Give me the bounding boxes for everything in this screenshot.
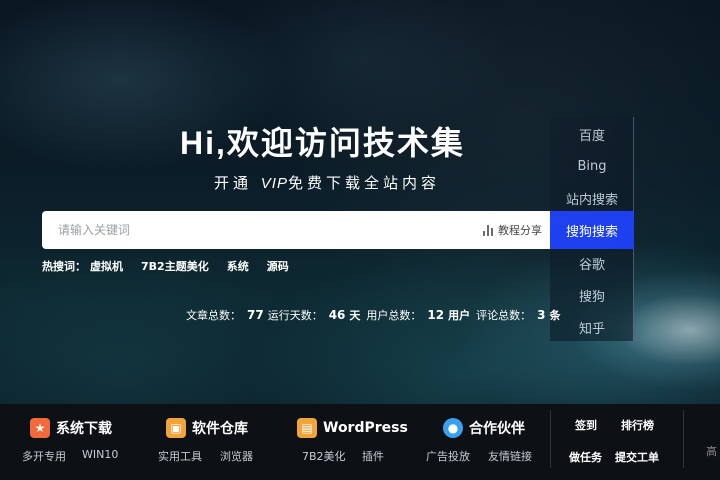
sub-link[interactable]: 广告投放 [426, 448, 470, 464]
bar-chart-icon [483, 224, 493, 236]
edge-text: 高 [706, 445, 717, 458]
search-engine-list: 百度 Bing 站内搜索 搜狗搜索 谷歌 搜狗 知乎 [550, 117, 634, 341]
category-label: WordPress [323, 420, 408, 436]
category-partners[interactable]: ● 合作伙伴 [443, 418, 525, 438]
sub-link[interactable]: 多开专用 [22, 448, 66, 464]
search-input[interactable] [42, 211, 462, 249]
hot-keyword[interactable]: 虚拟机 [90, 258, 123, 274]
category-label: 系统下载 [56, 421, 112, 437]
site-stats: 文章总数： 77 运行天数： 46 天 用户总数： 12 用户 评论总数： 3 … [186, 307, 566, 323]
days-label: 运行天数： [267, 309, 323, 322]
engine-site-search[interactable]: 站内搜索 [550, 182, 634, 214]
ranking-link[interactable]: 排行榜 [621, 417, 654, 433]
engine-baidu[interactable]: 百度 [550, 118, 634, 150]
submit-ticket-link[interactable]: 提交工单 [615, 449, 659, 465]
subline-pre: 开通 [214, 174, 253, 192]
category-label: 软件仓库 [192, 421, 248, 437]
tutorial-share-link[interactable]: 教程分享 [483, 222, 542, 238]
users-label: 用户总数： [366, 309, 422, 322]
tasks-link[interactable]: 做任务 [569, 449, 602, 465]
category-system-download[interactable]: ★ 系统下载 [30, 418, 112, 438]
articles-label: 文章总数： [186, 309, 241, 322]
sub-link[interactable]: WIN10 [82, 448, 118, 461]
location-pin-icon: ● [443, 418, 463, 438]
briefcase-icon: ▣ [166, 418, 186, 438]
users-value: 12 [427, 308, 445, 322]
engine-bing[interactable]: Bing [550, 150, 634, 182]
hero-headline: Hi,欢迎访问技术集 [180, 125, 465, 161]
sub-link[interactable]: 插件 [362, 448, 384, 464]
hot-keywords-label: 热搜词： [42, 260, 86, 273]
footer-divider [683, 410, 684, 468]
hot-keyword[interactable]: 系统 [227, 258, 249, 274]
footer-divider [550, 410, 551, 468]
category-software-repo[interactable]: ▣ 软件仓库 [166, 418, 248, 438]
hot-keyword[interactable]: 7B2主题美化 [141, 258, 209, 274]
engine-sogou-search[interactable]: 搜狗搜索 [550, 211, 634, 249]
star-badge-icon: ★ [30, 418, 50, 438]
checkin-link[interactable]: 签到 [575, 417, 597, 433]
subline-post: 免费下载全站内容 [287, 174, 440, 192]
comments-unit: 条 [549, 309, 561, 322]
sub-link[interactable]: 友情链接 [488, 448, 532, 464]
tutorial-share-label: 教程分享 [498, 224, 542, 237]
hot-keyword[interactable]: 源码 [267, 258, 289, 274]
category-footer: ★ 系统下载 ▣ 软件仓库 ▤ WordPress ● 合作伙伴 [0, 404, 720, 480]
hero-subline: 开通 VIP免费下载全站内容 [214, 172, 454, 193]
users-unit: 用户 [448, 309, 471, 322]
sub-link[interactable]: 7B2美化 [302, 448, 346, 464]
sub-link[interactable]: 浏览器 [220, 448, 253, 464]
document-icon: ▤ [297, 418, 317, 438]
engine-sogou[interactable]: 搜狗 [550, 279, 634, 311]
hot-keywords: 热搜词： 虚拟机 7B2主题美化 系统 源码 [42, 258, 307, 274]
hero-banner: Hi,欢迎访问技术集 开通 VIP免费下载全站内容 教程分享 百度 Bing 站… [0, 0, 720, 404]
days-unit: 天 [349, 309, 361, 322]
comments-value: 3 [537, 308, 546, 322]
search-box: 教程分享 [42, 211, 550, 249]
category-wordpress[interactable]: ▤ WordPress [297, 418, 408, 438]
days-value: 46 [328, 308, 346, 322]
sub-link[interactable]: 实用工具 [158, 448, 202, 464]
category-label: 合作伙伴 [469, 421, 525, 437]
engine-zhihu[interactable]: 知乎 [550, 311, 634, 343]
vip-text: VIP [260, 175, 288, 192]
articles-value: 77 [247, 308, 264, 322]
engine-google[interactable]: 谷歌 [550, 247, 634, 279]
comments-label: 评论总数： [476, 309, 532, 322]
